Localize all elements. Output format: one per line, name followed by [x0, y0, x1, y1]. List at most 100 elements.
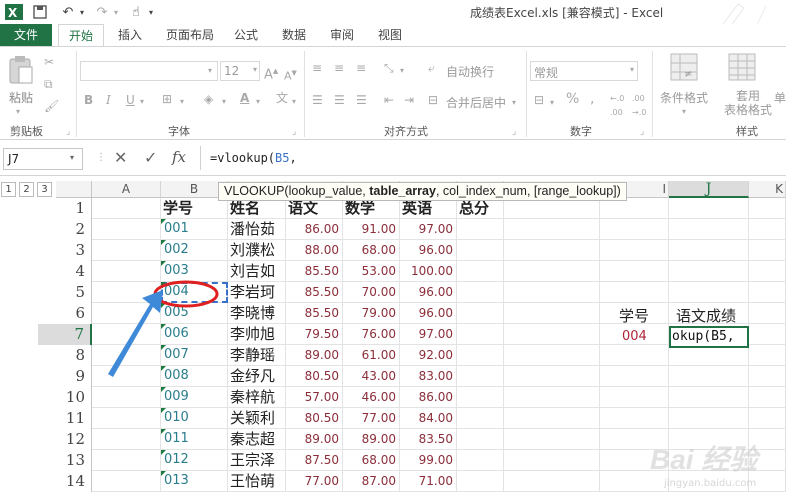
- increase-decimal-icon[interactable]: ←.0.00: [610, 92, 624, 120]
- wrap-text-button[interactable]: 自动换行: [446, 63, 494, 80]
- cell-J5[interactable]: [669, 282, 749, 303]
- format-as-table-button[interactable]: 套用 表格格式: [724, 89, 772, 117]
- cell-G12[interactable]: [457, 429, 504, 450]
- cell-I9[interactable]: [600, 366, 669, 387]
- cell-A2[interactable]: [92, 219, 161, 240]
- row-header-8[interactable]: 8: [38, 345, 92, 366]
- cell-E12[interactable]: 89.00: [343, 429, 400, 450]
- row-header-11[interactable]: 11: [38, 408, 92, 429]
- bold-icon[interactable]: B: [84, 93, 93, 107]
- enter-icon[interactable]: ✓: [144, 148, 157, 167]
- row-header-4[interactable]: 4: [38, 261, 92, 282]
- number-format-box[interactable]: 常规 ▾: [530, 61, 638, 81]
- cell-K11[interactable]: [749, 408, 786, 429]
- undo-dropdown-icon[interactable]: ▾: [77, 2, 87, 22]
- cell-K5[interactable]: [749, 282, 786, 303]
- cell-J9[interactable]: [669, 366, 749, 387]
- comma-style-icon[interactable]: ,: [590, 92, 594, 106]
- name-box-dropdown-icon[interactable]: ▾: [70, 153, 74, 162]
- cell-E11[interactable]: 77.00: [343, 408, 400, 429]
- cell-H14[interactable]: [504, 471, 600, 492]
- cell-E10[interactable]: 46.00: [343, 387, 400, 408]
- cell-A7[interactable]: [92, 324, 161, 345]
- cell-A14[interactable]: [92, 471, 161, 492]
- cell-A4[interactable]: [92, 261, 161, 282]
- save-icon[interactable]: [30, 2, 50, 22]
- italic-icon[interactable]: I: [106, 93, 111, 107]
- align-center-icon[interactable]: ☰: [334, 93, 345, 107]
- cell-A1[interactable]: [92, 198, 161, 219]
- font-color-dropdown-icon[interactable]: ▾: [256, 95, 260, 109]
- tab-insert[interactable]: 插入: [112, 24, 148, 46]
- format-as-table-icon[interactable]: [728, 53, 756, 81]
- paste-button-label[interactable]: 粘贴: [9, 89, 33, 106]
- cell-G4[interactable]: [457, 261, 504, 282]
- font-size-box[interactable]: 12 ▾: [220, 61, 260, 81]
- accounting-dropdown-icon[interactable]: ▾: [550, 96, 554, 110]
- cell-E9[interactable]: 43.00: [343, 366, 400, 387]
- cell-A6[interactable]: [92, 303, 161, 324]
- grow-font-icon[interactable]: A▲: [264, 64, 278, 82]
- cell-G2[interactable]: [457, 219, 504, 240]
- cell-B10[interactable]: 009: [161, 387, 228, 408]
- row-header-10[interactable]: 10: [38, 387, 92, 408]
- cell-G5[interactable]: [457, 282, 504, 303]
- cell-D8[interactable]: 89.00: [286, 345, 343, 366]
- conditional-formatting-icon[interactable]: ≠: [670, 53, 698, 81]
- number-launcher-icon[interactable]: ⌟: [640, 125, 644, 139]
- fill-color-dropdown-icon[interactable]: ▾: [222, 95, 226, 109]
- cell-J4[interactable]: [669, 261, 749, 282]
- cell-J1[interactable]: [669, 198, 749, 219]
- cell-K8[interactable]: [749, 345, 786, 366]
- row-header-1[interactable]: 1: [38, 198, 92, 219]
- cell-E3[interactable]: 68.00: [343, 240, 400, 261]
- cell-F14[interactable]: 71.00: [400, 471, 457, 492]
- cell-F5[interactable]: 96.00: [400, 282, 457, 303]
- cell-E8[interactable]: 61.00: [343, 345, 400, 366]
- formula-bar-grip-icon[interactable]: ⋮: [96, 152, 106, 163]
- orientation-dropdown-icon[interactable]: ▾: [400, 64, 404, 78]
- cell-G10[interactable]: [457, 387, 504, 408]
- font-size-dropdown-icon[interactable]: ▾: [253, 65, 257, 74]
- cell-G7[interactable]: [457, 324, 504, 345]
- cell-H11[interactable]: [504, 408, 600, 429]
- cell-B14[interactable]: 013: [161, 471, 228, 492]
- redo-dropdown-icon[interactable]: ▾: [111, 2, 121, 22]
- cell-D4[interactable]: 85.50: [286, 261, 343, 282]
- cell-E5[interactable]: 70.00: [343, 282, 400, 303]
- undo-icon[interactable]: ↶: [58, 2, 78, 22]
- cell-K6[interactable]: [749, 303, 786, 324]
- cell-E13[interactable]: 68.00: [343, 450, 400, 471]
- font-name-dropdown-icon[interactable]: ▾: [208, 64, 212, 78]
- cell-G1[interactable]: 总分: [457, 198, 504, 219]
- cell-styles-button[interactable]: 单: [774, 89, 786, 106]
- font-launcher-icon[interactable]: ⌟: [292, 125, 296, 139]
- cell-D6[interactable]: 85.50: [286, 303, 343, 324]
- cell-C10[interactable]: 秦梓航: [228, 387, 286, 408]
- cell-F4[interactable]: 100.00: [400, 261, 457, 282]
- cell-C5[interactable]: 李岩珂: [228, 282, 286, 303]
- tab-view[interactable]: 视图: [372, 24, 408, 46]
- row-header-14[interactable]: 14: [38, 471, 92, 492]
- cell-F10[interactable]: 86.00: [400, 387, 457, 408]
- row-header-2[interactable]: 2: [38, 219, 92, 240]
- cell-I4[interactable]: [600, 261, 669, 282]
- cell-H12[interactable]: [504, 429, 600, 450]
- cell-H5[interactable]: [504, 282, 600, 303]
- fill-color-icon[interactable]: ◈: [204, 92, 213, 106]
- cell-G8[interactable]: [457, 345, 504, 366]
- cell-C3[interactable]: 刘濮松: [228, 240, 286, 261]
- cell-E2[interactable]: 91.00: [343, 219, 400, 240]
- cell-C13[interactable]: 王宗泽: [228, 450, 286, 471]
- cell-E1[interactable]: 数学: [343, 198, 400, 219]
- clipboard-launcher-icon[interactable]: ⌟: [66, 125, 70, 139]
- cell-B9[interactable]: 008: [161, 366, 228, 387]
- cell-D5[interactable]: 85.50: [286, 282, 343, 303]
- tab-formulas[interactable]: 公式: [228, 24, 264, 46]
- cell-C8[interactable]: 李静瑶: [228, 345, 286, 366]
- cell-B7[interactable]: 006: [161, 324, 228, 345]
- cell-E14[interactable]: 87.00: [343, 471, 400, 492]
- cell-D13[interactable]: 87.50: [286, 450, 343, 471]
- cell-H8[interactable]: [504, 345, 600, 366]
- phonetic-icon[interactable]: 文: [276, 91, 288, 105]
